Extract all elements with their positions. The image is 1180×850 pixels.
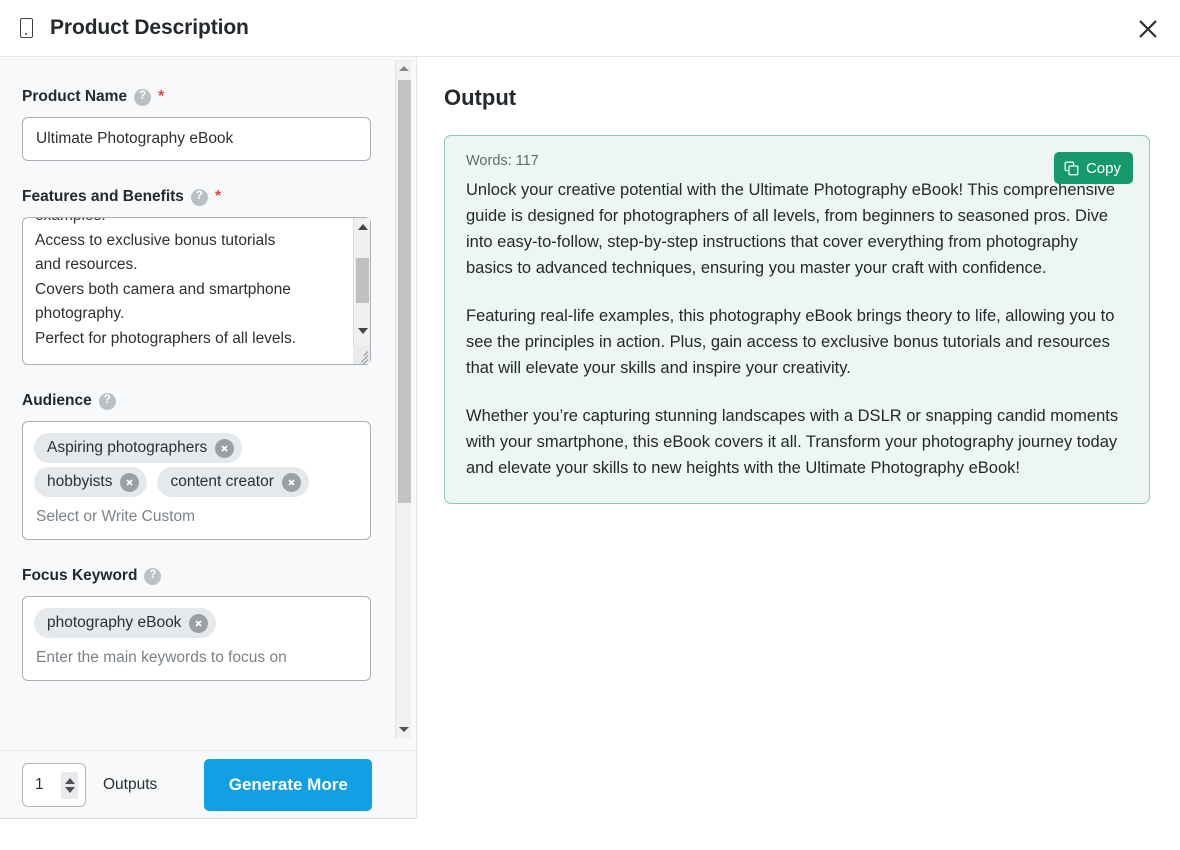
output-card: Words: 117 Copy Unlock your creative pot… xyxy=(444,135,1150,504)
scrollbar-thumb[interactable] xyxy=(398,80,411,503)
focus-keyword-tag-row: photography eBook xyxy=(34,608,359,638)
field-product-name: Product Name ? * xyxy=(22,87,371,161)
device-document-icon xyxy=(14,15,38,41)
features-textarea-wrap: examples. Access to exclusive bonus tuto… xyxy=(22,217,371,365)
form-panel: Product Name ? * Features and Benefits ?… xyxy=(0,57,416,750)
stepper-spinner-icon[interactable] xyxy=(61,771,78,799)
question-mark-icon[interactable]: ? xyxy=(98,392,116,410)
scroll-down-arrow-icon[interactable] xyxy=(354,322,371,339)
copy-icon xyxy=(1064,161,1079,176)
word-count-label: Words: 117 xyxy=(466,153,539,169)
scroll-up-arrow-icon[interactable] xyxy=(354,218,371,235)
field-label-features-and-benefits: Features and Benefits ? * xyxy=(22,187,371,207)
output-paragraph: Featuring real-life examples, this photo… xyxy=(466,307,1115,377)
audience-placeholder[interactable]: Select or Write Custom xyxy=(34,501,359,530)
tag-chip[interactable]: photography eBook xyxy=(34,608,217,638)
textarea-scrollbar[interactable] xyxy=(353,218,370,364)
focus-keyword-tag-input[interactable]: photography eBook Enter the main keyword… xyxy=(22,596,371,681)
label-text: Product Name xyxy=(22,88,128,105)
tag-label: photography eBook xyxy=(47,614,182,631)
question-mark-icon[interactable]: ? xyxy=(144,567,162,585)
label-text: Features and Benefits xyxy=(22,188,184,205)
product-description-modal: Product Description Product Name ? * Ult… xyxy=(0,0,1180,850)
focus-keyword-placeholder[interactable]: Enter the main keywords to focus on xyxy=(34,642,359,671)
outputs-stepper[interactable]: 1 xyxy=(22,762,86,807)
textarea-resize-grip[interactable] xyxy=(353,346,370,364)
field-focus-keyword: Focus Keyword ? photography eBook Enter … xyxy=(22,566,371,681)
tag-chip[interactable]: content creator xyxy=(157,467,309,497)
label-text: Audience xyxy=(22,392,92,409)
outputs-value[interactable]: 1 xyxy=(23,776,44,794)
field-label-product-name: Product Name ? * xyxy=(22,87,371,107)
form-scrollbar[interactable] xyxy=(395,60,411,738)
scroll-down-arrow-icon[interactable] xyxy=(396,721,412,738)
tag-chip[interactable]: Aspiring photographers xyxy=(34,433,243,463)
remove-tag-icon[interactable] xyxy=(281,472,301,492)
field-label-audience: Audience ? xyxy=(22,391,371,411)
generate-more-button[interactable]: Generate More xyxy=(204,758,373,811)
remove-tag-icon[interactable] xyxy=(215,438,235,458)
features-textarea[interactable]: examples. Access to exclusive bonus tuto… xyxy=(22,217,371,365)
product-name-input[interactable] xyxy=(22,117,371,161)
output-panel: Output Words: 117 Copy Unlock your creat… xyxy=(417,57,1180,850)
question-mark-icon[interactable]: ? xyxy=(134,88,152,106)
copy-button[interactable]: Copy xyxy=(1053,152,1133,184)
form-scroll-area: Product Name ? * Features and Benefits ?… xyxy=(0,57,395,750)
modal-header: Product Description xyxy=(0,0,1180,57)
tag-label: content creator xyxy=(170,473,274,490)
tag-label: Aspiring photographers xyxy=(47,439,208,456)
tag-label: hobbyists xyxy=(47,473,113,490)
question-mark-icon[interactable]: ? xyxy=(190,188,208,206)
close-button[interactable] xyxy=(1128,9,1168,49)
page-title: Product Description xyxy=(50,16,249,39)
output-title: Output xyxy=(444,85,517,110)
output-paragraph: Unlock your creative potential with the … xyxy=(466,181,1116,277)
required-indicator: * xyxy=(214,188,222,205)
close-icon xyxy=(1136,17,1160,41)
stepper-decrement-icon[interactable] xyxy=(64,786,75,793)
audience-tag-row: Aspiring photographers xyxy=(34,433,359,463)
footer-divider xyxy=(0,818,416,819)
scroll-up-arrow-icon[interactable] xyxy=(396,60,412,77)
form-footer: 1 Outputs Generate More xyxy=(0,750,416,818)
required-indicator: * xyxy=(158,88,165,105)
field-audience: Audience ? Aspiring photographers hobbyi… xyxy=(22,391,371,540)
field-label-focus-keyword: Focus Keyword ? xyxy=(22,566,371,586)
scrollbar-thumb[interactable] xyxy=(356,258,369,303)
output-paragraph: Whether you’re capturing stunning landsc… xyxy=(466,407,1119,477)
field-features-and-benefits: Features and Benefits ? * examples. Acce… xyxy=(22,187,371,365)
audience-tag-input[interactable]: Aspiring photographers hobbyists content… xyxy=(22,421,371,540)
label-text: Focus Keyword xyxy=(22,567,138,584)
copy-button-label: Copy xyxy=(1085,159,1121,177)
outputs-label: Outputs xyxy=(103,775,158,793)
stepper-increment-icon[interactable] xyxy=(64,777,75,784)
remove-tag-icon[interactable] xyxy=(189,613,209,633)
audience-tag-row: hobbyists content creator xyxy=(34,467,359,497)
remove-tag-icon[interactable] xyxy=(120,472,140,492)
tag-chip[interactable]: hobbyists xyxy=(34,467,148,497)
features-textarea-value: examples. Access to exclusive bonus tuto… xyxy=(35,218,297,347)
